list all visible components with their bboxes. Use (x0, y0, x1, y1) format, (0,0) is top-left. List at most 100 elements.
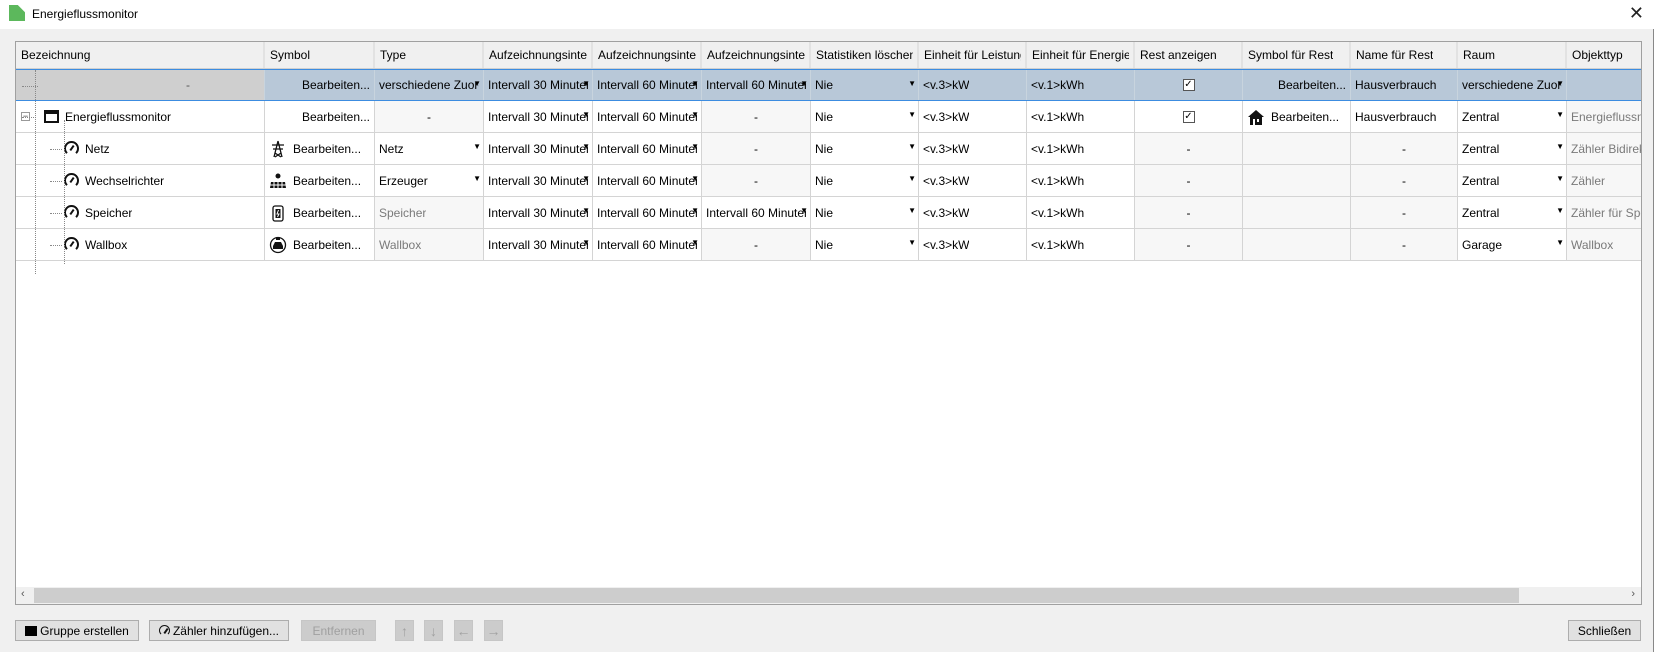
dropdown-arrow-icon[interactable]: ▼ (908, 174, 916, 183)
dropdown-cell[interactable]: Intervall 30 Minuten ▼ (484, 229, 593, 260)
dropdown-arrow-icon[interactable]: ▼ (582, 110, 590, 119)
dropdown-arrow-icon[interactable]: ▼ (800, 79, 808, 88)
dropdown-cell[interactable]: Erzeuger ▼ (375, 165, 484, 196)
edit-symbol-cell[interactable]: Bearbeiten... (265, 70, 375, 100)
dropdown-cell[interactable]: Zentral ▼ (1458, 165, 1567, 196)
column-header[interactable]: Einheit für Leistung (919, 42, 1027, 68)
dropdown-arrow-icon[interactable]: ▼ (1556, 110, 1564, 119)
dropdown-arrow-icon[interactable]: ▼ (691, 142, 699, 151)
move-left-button[interactable]: ← (454, 620, 473, 641)
column-header[interactable]: Aufzeichnungsintervall (593, 42, 702, 68)
add-meter-button[interactable]: Zähler hinzufügen... (149, 620, 289, 641)
checkbox-cell[interactable]: ✓ (1135, 70, 1243, 100)
column-header[interactable]: Symbol (265, 42, 375, 68)
column-header[interactable]: Aufzeichnungsintervall (484, 42, 593, 68)
column-header[interactable]: Type (375, 42, 484, 68)
dropdown-arrow-icon[interactable]: ▼ (691, 174, 699, 183)
move-right-button[interactable]: → (484, 620, 503, 641)
edit-symbol-cell[interactable]: Bearbeiten... (265, 101, 375, 132)
dropdown-arrow-icon[interactable]: ▼ (691, 238, 699, 247)
dropdown-cell[interactable]: Intervall 30 Minuten ▼ (484, 133, 593, 164)
dropdown-arrow-icon[interactable]: ▼ (1556, 238, 1564, 247)
dropdown-arrow-icon[interactable]: ▼ (908, 79, 916, 88)
close-icon[interactable]: ✕ (1629, 3, 1644, 24)
column-header[interactable]: Raum (1458, 42, 1567, 68)
dropdown-cell[interactable]: Intervall 60 Minuten ▼ (593, 197, 702, 228)
create-group-button[interactable]: Gruppe erstellen (15, 620, 139, 641)
dropdown-cell[interactable]: Intervall 60 Minuten ▼ (593, 165, 702, 196)
dropdown-arrow-icon[interactable]: ▼ (582, 206, 590, 215)
edit-symbol-cell[interactable]: Bearbeiten... (265, 197, 375, 228)
dropdown-cell[interactable]: Intervall 60 Minuten ▼ (593, 229, 702, 260)
dropdown-arrow-icon[interactable]: ▼ (473, 174, 481, 183)
dropdown-arrow-icon[interactable]: ▼ (473, 79, 481, 88)
edit-symbol-cell[interactable]: Bearbeiten... (265, 229, 375, 260)
column-header[interactable]: Statistiken löschen (811, 42, 919, 68)
table-row[interactable]: − Energieflussmonitor Bearbeiten... - Interv… (16, 101, 1641, 133)
dropdown-cell[interactable]: Nie ▼ (811, 70, 919, 100)
dropdown-arrow-icon[interactable]: ▼ (691, 206, 699, 215)
column-header[interactable]: Symbol für Rest (1243, 42, 1351, 68)
column-header[interactable]: Objekttyp (1567, 42, 1641, 68)
edit-symbol-cell[interactable]: Bearbeiten... (1243, 101, 1351, 132)
dropdown-cell[interactable]: Zentral ▼ (1458, 197, 1567, 228)
dropdown-arrow-icon[interactable]: ▼ (1556, 142, 1564, 151)
name-cell[interactable]: − Energieflussmonitor (16, 101, 265, 132)
name-cell[interactable]: - (16, 70, 265, 100)
table-row[interactable]: Netz Bearbeiten... Netz ▼ Intervall 30 Minut… (16, 133, 1641, 165)
move-down-button[interactable]: ↓ (424, 620, 443, 641)
column-header[interactable]: Name für Rest (1351, 42, 1458, 68)
name-cell[interactable]: Wallbox (16, 229, 265, 260)
dropdown-cell[interactable]: Intervall 60 Minuten ▼ (593, 101, 702, 132)
edit-symbol-cell[interactable]: Bearbeiten... (265, 133, 375, 164)
column-header[interactable]: Rest anzeigen (1135, 42, 1243, 68)
dropdown-cell[interactable]: Nie ▼ (811, 133, 919, 164)
dropdown-arrow-icon[interactable]: ▼ (691, 79, 699, 88)
dropdown-arrow-icon[interactable]: ▼ (1556, 206, 1564, 215)
dropdown-arrow-icon[interactable]: ▼ (800, 206, 808, 215)
dropdown-arrow-icon[interactable]: ▼ (908, 238, 916, 247)
column-header[interactable]: Bezeichnung (16, 42, 265, 68)
close-button[interactable]: Schließen (1568, 620, 1641, 641)
edit-symbol-cell[interactable]: Bearbeiten... (1243, 70, 1351, 100)
dropdown-cell[interactable]: Nie ▼ (811, 165, 919, 196)
checkbox[interactable]: ✓ (1182, 79, 1195, 91)
dropdown-arrow-icon[interactable]: ▼ (908, 142, 916, 151)
dropdown-arrow-icon[interactable]: ▼ (582, 79, 590, 88)
dropdown-arrow-icon[interactable]: ▼ (582, 238, 590, 247)
dropdown-cell[interactable]: Intervall 30 Minuten ▼ (484, 197, 593, 228)
scroll-right-button[interactable]: › (1631, 588, 1635, 600)
horizontal-scrollbar[interactable]: ‹ › (16, 587, 1641, 604)
dropdown-arrow-icon[interactable]: ▼ (908, 206, 916, 215)
dropdown-arrow-icon[interactable]: ▼ (582, 142, 590, 151)
scrollbar-thumb[interactable] (34, 588, 1519, 603)
table-row[interactable]: Speicher Bearbeiten... Speicher Intervall 3… (16, 197, 1641, 229)
dropdown-cell[interactable]: Zentral ▼ (1458, 101, 1567, 132)
move-up-button[interactable]: ↑ (395, 620, 414, 641)
dropdown-arrow-icon[interactable]: ▼ (691, 110, 699, 119)
dropdown-cell[interactable]: verschiedene Zuordnungen▼ (1458, 70, 1567, 100)
name-cell[interactable]: Wechselrichter (16, 165, 265, 196)
column-header[interactable]: Aufzeichnungsintervall (702, 42, 811, 68)
column-header[interactable]: Einheit für Energie (1027, 42, 1135, 68)
selected-row[interactable]: -Bearbeiten...verschiedene Zuordnungen▼I… (16, 69, 1641, 101)
dropdown-cell[interactable]: verschiedene Zuordnungen▼ (375, 70, 484, 100)
dropdown-cell[interactable]: Intervall 30 Minuten ▼ (484, 70, 593, 100)
dropdown-cell[interactable]: Intervall 30 Minuten ▼ (484, 165, 593, 196)
remove-button[interactable]: Entfernen (301, 620, 376, 641)
dropdown-arrow-icon[interactable]: ▼ (582, 174, 590, 183)
edit-symbol-cell[interactable]: Bearbeiten... (265, 165, 375, 196)
checkbox-cell[interactable]: ✓ (1135, 101, 1243, 132)
table-row[interactable]: Wechselrichter Bearbeiten... Erzeuger ▼ Inte… (16, 165, 1641, 197)
table-row[interactable]: Wallbox Bearbeiten... Wallbox Intervall 30 … (16, 229, 1641, 261)
scroll-left-button[interactable]: ‹ (21, 588, 25, 600)
dropdown-cell[interactable]: Nie ▼ (811, 197, 919, 228)
dropdown-arrow-icon[interactable]: ▼ (1556, 79, 1564, 88)
dropdown-cell[interactable]: Intervall 30 Minuten ▼ (484, 101, 593, 132)
checkbox[interactable]: ✓ (1182, 110, 1195, 123)
dropdown-arrow-icon[interactable]: ▼ (473, 142, 481, 151)
dropdown-cell[interactable]: Nie ▼ (811, 101, 919, 132)
dropdown-cell[interactable]: Nie ▼ (811, 229, 919, 260)
dropdown-cell[interactable]: Intervall 60 Minuten ▼ (593, 70, 702, 100)
dropdown-arrow-icon[interactable]: ▼ (908, 110, 916, 119)
